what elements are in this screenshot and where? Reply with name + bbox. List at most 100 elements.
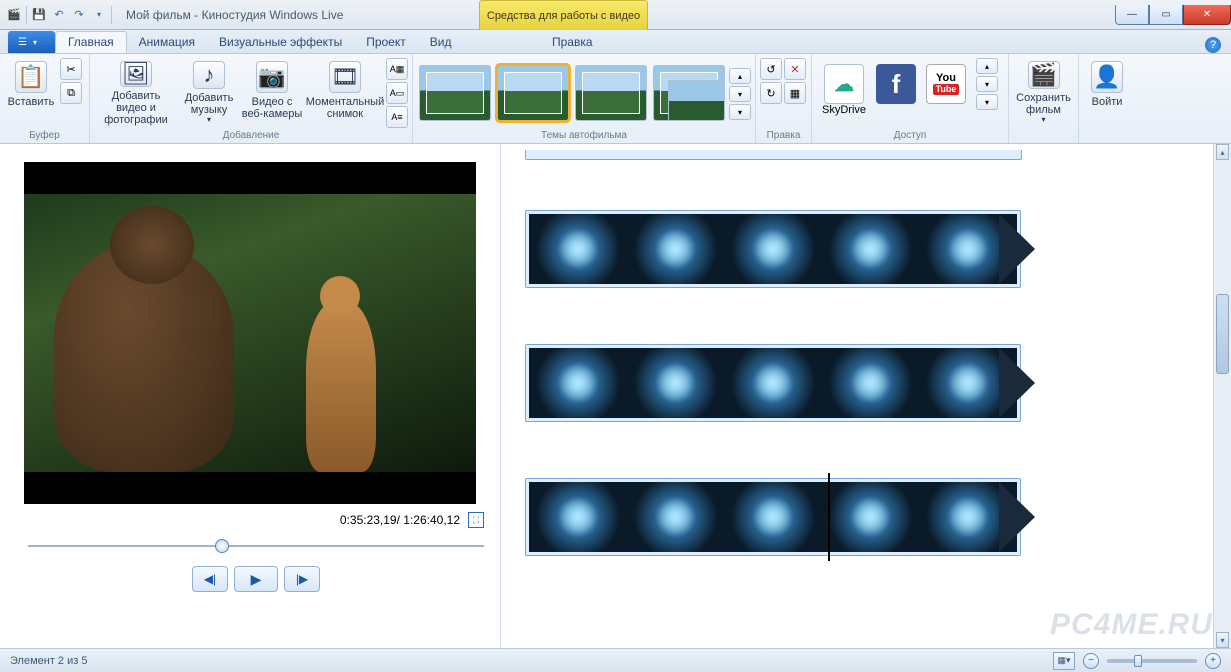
- quick-access-toolbar: 🎬 💾 ↶ ↷ ▾: [0, 6, 118, 24]
- undo-icon[interactable]: ↶: [51, 7, 67, 23]
- zoom-thumb[interactable]: [1134, 655, 1142, 667]
- tab-home[interactable]: Главная: [55, 31, 127, 53]
- video-preview[interactable]: [24, 162, 476, 504]
- help-icon[interactable]: ?: [1205, 37, 1221, 53]
- save-icon[interactable]: 💾: [31, 7, 47, 23]
- theme-option-1[interactable]: [419, 65, 491, 121]
- zoom-in-button[interactable]: +: [1205, 653, 1221, 669]
- rotate-left-icon[interactable]: ↺: [760, 58, 782, 80]
- login-label: Войти: [1092, 96, 1123, 108]
- timeline-clip-2[interactable]: [525, 344, 1021, 422]
- clip-thumb: [529, 214, 627, 284]
- tab-view[interactable]: Вид: [418, 31, 464, 53]
- seek-thumb[interactable]: [215, 539, 229, 553]
- group-label-themes: Темы автофильма: [417, 130, 751, 143]
- clip-thumb: [919, 214, 1017, 284]
- next-frame-button[interactable]: |▶: [284, 566, 320, 592]
- skydrive-label: SkyDrive: [822, 104, 866, 116]
- theme-option-3[interactable]: [575, 65, 647, 121]
- clip-thumb: [724, 214, 822, 284]
- paste-button[interactable]: 📋 Вставить: [4, 56, 58, 126]
- thumbnails-view-button[interactable]: ▦▾: [1053, 652, 1075, 670]
- ribbon-group-save: 🎬 Сохранить фильм ▾: [1009, 54, 1079, 143]
- status-item-text: Элемент 2 из 5: [10, 655, 87, 667]
- share-more-icon[interactable]: ▾: [976, 94, 998, 110]
- snapshot-button[interactable]: 🎞 Моментальный снимок: [306, 56, 384, 126]
- rotate-right-icon[interactable]: ↻: [760, 82, 782, 104]
- login-button[interactable]: 👤 Войти: [1083, 56, 1131, 126]
- save-movie-button[interactable]: 🎬 Сохранить фильм ▾: [1013, 56, 1074, 126]
- title-icon[interactable]: A▦: [386, 58, 408, 80]
- status-bar: Элемент 2 из 5 ▦▾ − +: [0, 648, 1231, 672]
- group-label-buffer: Буфер: [4, 130, 85, 143]
- seek-track: [28, 545, 484, 547]
- maximize-button[interactable]: ▭: [1149, 5, 1183, 25]
- fullscreen-icon[interactable]: ⛶: [468, 512, 484, 528]
- snapshot-label: Моментальный снимок: [306, 96, 384, 120]
- add-video-photo-button[interactable]: 🖼 Добавить видео и фотографии: [94, 56, 178, 126]
- qat-dropdown-icon[interactable]: ▾: [91, 7, 107, 23]
- tab-project[interactable]: Проект: [354, 31, 418, 53]
- theme-option-4[interactable]: [653, 65, 725, 121]
- cut-icon[interactable]: ✂: [60, 58, 82, 80]
- playhead[interactable]: [828, 473, 830, 561]
- youtube-button[interactable]: You Tube: [926, 64, 966, 104]
- clip-thumb: [627, 348, 725, 418]
- caption-icon[interactable]: A▭: [386, 82, 408, 104]
- window-controls: — ▭ ✕: [1115, 5, 1231, 25]
- webcam-button[interactable]: 📷 Видео с веб-камеры: [240, 56, 304, 126]
- playback-controls: ◀| ▶ |▶: [24, 566, 488, 592]
- save-movie-icon: 🎬: [1028, 61, 1060, 89]
- clip-thumb: [822, 482, 920, 552]
- copy-icon[interactable]: ⧉: [60, 82, 82, 104]
- scroll-thumb[interactable]: [1216, 294, 1229, 374]
- tab-edit[interactable]: Правка: [540, 31, 605, 53]
- tab-effects[interactable]: Визуальные эффекты: [207, 31, 354, 53]
- timeline-clip-1[interactable]: [525, 210, 1021, 288]
- tab-animation[interactable]: Анимация: [127, 31, 207, 53]
- group-label-login: [1083, 141, 1131, 143]
- webcam-label: Видео с веб-камеры: [241, 96, 303, 120]
- seek-bar[interactable]: [28, 542, 484, 550]
- preview-pane: 0:35:23,19/ 1:26:40,12 ⛶ ◀| ▶ |▶: [0, 144, 500, 648]
- prev-frame-button[interactable]: ◀|: [192, 566, 228, 592]
- share-scroll-down-icon[interactable]: ▾: [976, 76, 998, 92]
- zoom-slider[interactable]: [1107, 659, 1197, 663]
- theme-option-2[interactable]: [497, 65, 569, 121]
- select-all-icon[interactable]: ▦: [784, 82, 806, 104]
- close-button[interactable]: ✕: [1183, 5, 1231, 25]
- clip-thumb: [529, 348, 627, 418]
- themes-scroll-down-icon[interactable]: ▾: [729, 86, 751, 102]
- timeline-scrollbar[interactable]: ▴ ▾: [1213, 144, 1231, 648]
- redo-icon[interactable]: ↷: [71, 7, 87, 23]
- zoom-out-button[interactable]: −: [1083, 653, 1099, 669]
- file-menu-button[interactable]: ☰: [8, 31, 55, 53]
- scroll-up-icon[interactable]: ▴: [1216, 144, 1229, 160]
- credits-icon[interactable]: A≡: [386, 106, 408, 128]
- timeline-clip-3[interactable]: [525, 478, 1021, 556]
- delete-icon[interactable]: ✕: [784, 58, 806, 80]
- titlebar: 🎬 💾 ↶ ↷ ▾ Мой фильм - Киностудия Windows…: [0, 0, 1231, 30]
- app-icon[interactable]: 🎬: [6, 7, 22, 23]
- main-area: 0:35:23,19/ 1:26:40,12 ⛶ ◀| ▶ |▶: [0, 144, 1231, 648]
- themes-scroll-up-icon[interactable]: ▴: [729, 68, 751, 84]
- add-music-button[interactable]: ♪ Добавить музыку ▾: [180, 56, 238, 126]
- facebook-button[interactable]: f: [876, 64, 916, 104]
- skydrive-button[interactable]: ☁ SkyDrive: [822, 56, 866, 116]
- clip-thumb: [627, 214, 725, 284]
- webcam-icon: 📷: [256, 61, 288, 93]
- themes-more-icon[interactable]: ▾: [729, 104, 751, 120]
- share-scroll-up-icon[interactable]: ▴: [976, 58, 998, 74]
- ribbon-tabs: ☰ Главная Анимация Визуальные эффекты Пр…: [0, 30, 1231, 54]
- ribbon-group-themes: ▴ ▾ ▾ Темы автофильма: [413, 54, 756, 143]
- timecode: 0:35:23,19/ 1:26:40,12: [340, 513, 460, 527]
- preview-frame-content: [24, 194, 476, 472]
- clip-thumb: [724, 482, 822, 552]
- scroll-down-icon[interactable]: ▾: [1216, 632, 1229, 648]
- clip-thumb: [822, 348, 920, 418]
- add-music-label: Добавить музыку: [181, 92, 237, 116]
- minimize-button[interactable]: —: [1115, 5, 1149, 25]
- timeline-clip-partial[interactable]: [525, 150, 1022, 160]
- play-button[interactable]: ▶: [234, 566, 278, 592]
- save-movie-label: Сохранить фильм: [1014, 92, 1073, 116]
